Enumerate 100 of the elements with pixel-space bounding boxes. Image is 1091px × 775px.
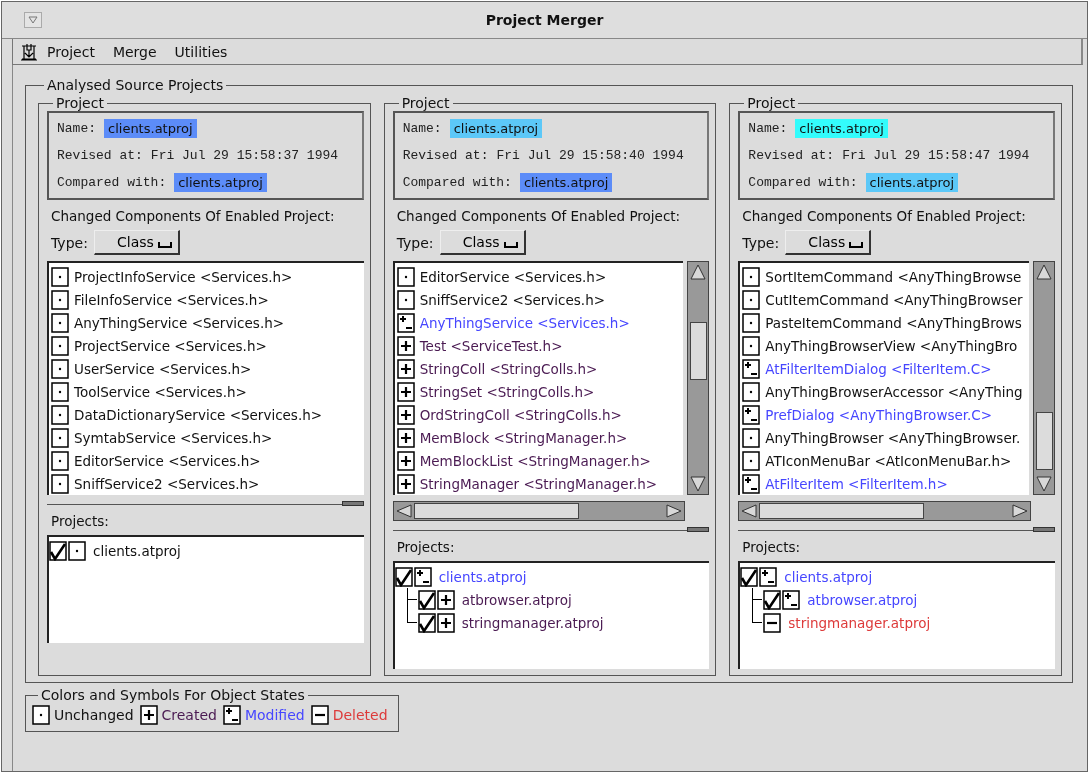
minus-box-icon (763, 612, 782, 633)
component-item[interactable]: OrdStringColl <StringColls.h> (419, 406, 622, 423)
up-arrow-icon[interactable] (689, 262, 708, 282)
plus-box-icon (396, 427, 415, 448)
component-item[interactable]: SniffService2 <Services.h> (419, 291, 605, 308)
dot-box-icon (51, 335, 69, 356)
component-item[interactable]: CutItemCommand <AnyThingBrowser (765, 291, 1023, 308)
component-item[interactable]: AnyThingService <Services.h> (419, 314, 630, 331)
tree-node[interactable]: clients.atproj (438, 568, 527, 585)
scrollbar-thumb[interactable] (413, 503, 579, 519)
revised-value: Fri Jul 29 15:58:40 1994 (496, 148, 684, 163)
dot-box-icon (51, 289, 69, 310)
component-item[interactable]: ATIconMenuBar <AtIconMenuBar.h> (765, 452, 1012, 469)
vertical-scrollbar[interactable] (687, 261, 710, 495)
component-item[interactable]: MemBlockList <StringManager.h> (419, 452, 651, 469)
menu-item[interactable]: Merge (112, 43, 157, 60)
component-item[interactable]: PrefDialog <AnyThingBrowser.C> (765, 406, 993, 423)
component-item[interactable]: MemBlock <StringManager.h> (419, 429, 628, 446)
field-label: Compared with: (402, 175, 512, 190)
component-item[interactable]: DataDictionaryService <Services.h> (74, 406, 323, 423)
type-label: Type: (742, 234, 780, 251)
component-item[interactable]: PasteItemCommand <AnyThingBrows (765, 314, 1022, 331)
component-item[interactable]: FileInfoService <Services.h> (74, 291, 269, 308)
right-arrow-icon[interactable] (1010, 503, 1030, 519)
component-item[interactable]: StringManager <StringManager.h> (419, 475, 658, 492)
tree-node[interactable]: atbrowser.atproj (807, 591, 918, 608)
component-item[interactable]: Test <ServiceTest.h> (419, 337, 563, 354)
dot-box-icon (396, 266, 415, 287)
component-item[interactable]: EditorService <Services.h> (419, 268, 607, 285)
component-item[interactable]: AtFilterItemDialog <FilterItem.C> (765, 360, 992, 377)
plus-box-icon (436, 612, 455, 633)
component-item[interactable]: AnyThingBrowser <AnyThingBrowser. (765, 429, 1021, 446)
plus-box-icon (396, 450, 415, 471)
component-item[interactable]: EditorService <Services.h> (74, 452, 261, 469)
component-item[interactable]: SortItemCommand <AnyThingBrowse (765, 268, 1022, 285)
type-dropdown[interactable]: Class (93, 230, 180, 255)
legend-label: Unchanged (54, 707, 134, 723)
sash-handle[interactable] (341, 501, 364, 506)
scrollbar-thumb[interactable] (690, 322, 708, 380)
panel-title: Project (55, 95, 105, 111)
legend-label: Created (161, 707, 217, 723)
component-item[interactable]: ProjectInfoService <Services.h> (74, 268, 293, 285)
tree-node[interactable]: stringmanager.atproj (788, 614, 931, 631)
name-value: clients.atproj (449, 119, 543, 138)
down-arrow-icon[interactable] (689, 474, 708, 494)
checkbox[interactable] (394, 566, 413, 587)
tree-node[interactable]: clients.atproj (93, 542, 181, 559)
component-item[interactable]: SniffService2 <Services.h> (74, 475, 260, 492)
checkbox[interactable] (763, 589, 782, 610)
up-arrow-icon[interactable] (1035, 262, 1053, 282)
horizontal-scrollbar[interactable] (738, 501, 1031, 521)
dot-box-icon (742, 427, 761, 448)
group-title: Analysed Source Projects (46, 77, 225, 93)
tree-node[interactable]: stringmanager.atproj (461, 614, 604, 631)
name-value: clients.atproj (104, 119, 197, 138)
type-dropdown[interactable]: Class (785, 230, 872, 255)
window-menu-button[interactable] (24, 12, 42, 28)
sash-handle[interactable] (687, 527, 710, 532)
plus-minus-box-icon (759, 566, 778, 587)
menu-item[interactable]: Utilities (174, 43, 228, 60)
left-arrow-icon[interactable] (739, 503, 760, 519)
tree-node[interactable]: atbrowser.atproj (461, 591, 572, 608)
section-label: Changed Components Of Enabled Project: (396, 208, 682, 224)
name-value: clients.atproj (795, 119, 888, 138)
dot-box-icon (32, 705, 50, 725)
component-item[interactable]: ToolService <Services.h> (74, 383, 247, 400)
component-item[interactable]: AtFilterItem <FilterItem.h> (765, 475, 948, 492)
component-item[interactable]: ProjectService <Services.h> (74, 337, 267, 354)
checkbox[interactable] (417, 612, 436, 633)
component-item[interactable]: SymtabService <Services.h> (74, 429, 273, 446)
vertical-scrollbar[interactable] (1033, 261, 1055, 495)
horizontal-scrollbar[interactable] (392, 501, 686, 521)
legend-label: Modified (244, 707, 305, 723)
dot-box-icon (51, 312, 69, 333)
down-arrow-icon[interactable] (1035, 474, 1053, 494)
dot-box-icon (742, 312, 761, 333)
plus-box-icon (139, 705, 158, 725)
menu-item[interactable]: Project (47, 43, 95, 60)
plus-minus-box-icon (396, 312, 415, 333)
plus-box-icon (396, 335, 415, 356)
type-dropdown[interactable]: Class (439, 230, 526, 255)
component-item[interactable]: UserService <Services.h> (74, 360, 252, 377)
component-item[interactable]: StringSet <StringColls.h> (419, 383, 595, 400)
component-item[interactable]: AnyThingBrowserView <AnyThingBro (765, 337, 1018, 354)
scrollbar-thumb[interactable] (759, 503, 925, 519)
dot-box-icon (68, 540, 86, 561)
plus-box-icon (436, 589, 455, 610)
compared-value: clients.atproj (174, 173, 267, 192)
component-item[interactable]: StringColl <StringColls.h> (419, 360, 598, 377)
scrollbar-thumb[interactable] (1036, 412, 1053, 470)
component-item[interactable]: AnyThingService <Services.h> (74, 314, 285, 331)
checkbox[interactable] (740, 566, 759, 587)
sash-handle[interactable] (1033, 527, 1055, 532)
panel-title: Project (746, 95, 797, 111)
compared-value: clients.atproj (519, 173, 613, 192)
tree-node[interactable]: clients.atproj (784, 568, 873, 585)
checkbox[interactable] (49, 540, 67, 561)
plus-minus-box-icon (742, 404, 761, 425)
checkbox[interactable] (417, 589, 436, 610)
component-item[interactable]: AnyThingBrowserAccessor <AnyThing (765, 383, 1023, 400)
